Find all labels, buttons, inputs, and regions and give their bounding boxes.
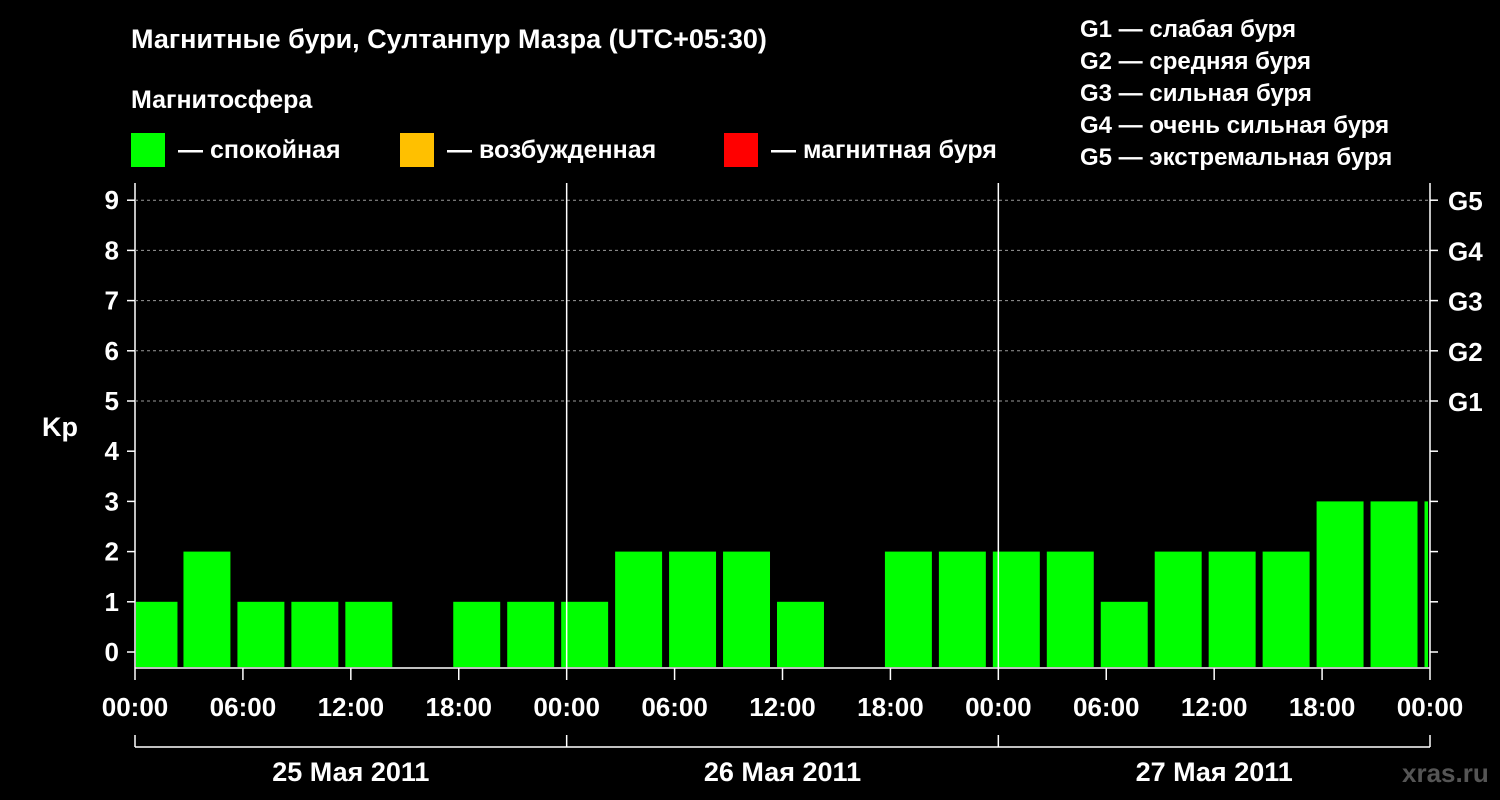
kp-bar <box>345 601 393 667</box>
x-tick-label: 12:00 <box>1181 692 1248 722</box>
kp-bar <box>1100 601 1148 667</box>
kp-bar <box>453 601 501 667</box>
kp-bar <box>615 551 663 667</box>
kp-bar <box>291 601 339 667</box>
y-tick-label: 9 <box>105 185 119 215</box>
y-tick-label: 6 <box>105 336 119 366</box>
x-tick-label: 18:00 <box>857 692 924 722</box>
kp-bar <box>1046 551 1094 667</box>
x-tick-label: 06:00 <box>1073 692 1140 722</box>
g-scale-label: G4 <box>1448 236 1483 266</box>
kp-bar <box>1262 551 1310 667</box>
kp-bar <box>669 551 717 667</box>
kp-bar <box>136 601 178 667</box>
x-tick-label: 00:00 <box>533 692 600 722</box>
x-tick-label: 12:00 <box>318 692 385 722</box>
kp-bar <box>884 551 932 667</box>
kp-bar <box>1424 501 1428 667</box>
kp-bar <box>183 551 231 667</box>
kp-chart: 0 1 2 3 4 5 6 7 8 9 G1 G2 G3 G4 G5 00:00 06:00 12:00 18:00… <box>102 183 1483 787</box>
g-scale-label: G1 <box>1448 387 1483 417</box>
y-tick-label: 5 <box>105 386 119 416</box>
x-tick-label: 00:00 <box>965 692 1032 722</box>
kp-bar <box>777 601 824 667</box>
x-tick-label: 00:00 <box>102 692 169 722</box>
day-label: 27 Мая 2011 <box>1136 757 1293 787</box>
day-label: 26 Мая 2011 <box>704 757 861 787</box>
kp-bar <box>507 601 555 667</box>
kp-bar <box>1208 551 1256 667</box>
y-tick-label: 7 <box>105 286 119 316</box>
x-tick-label: 18:00 <box>426 692 493 722</box>
g-scale-label: G3 <box>1448 287 1483 317</box>
kp-bar <box>561 601 609 667</box>
y-tick-label: 4 <box>105 436 120 466</box>
x-tick-label: 06:00 <box>210 692 277 722</box>
y-tick-label: 3 <box>105 486 119 516</box>
kp-bar <box>1370 501 1418 667</box>
y-tick-label: 2 <box>105 537 119 567</box>
kp-bar <box>237 601 285 667</box>
day-label: 25 Мая 2011 <box>272 757 429 787</box>
kp-bar <box>1316 501 1364 667</box>
g-scale-label: G5 <box>1448 186 1483 216</box>
kp-bar <box>992 551 1040 667</box>
y-tick-label: 1 <box>105 587 119 617</box>
kp-bar <box>1154 551 1202 667</box>
y-tick-label: 8 <box>105 235 119 265</box>
g-scale-label: G2 <box>1448 337 1483 367</box>
x-tick-label: 00:00 <box>1397 692 1464 722</box>
x-tick-label: 12:00 <box>749 692 816 722</box>
y-tick-label: 0 <box>105 637 119 667</box>
kp-bar <box>938 551 986 667</box>
watermark: xras.ru <box>1402 758 1489 788</box>
x-tick-label: 18:00 <box>1289 692 1356 722</box>
x-tick-label: 06:00 <box>641 692 708 722</box>
kp-bar <box>723 551 771 667</box>
